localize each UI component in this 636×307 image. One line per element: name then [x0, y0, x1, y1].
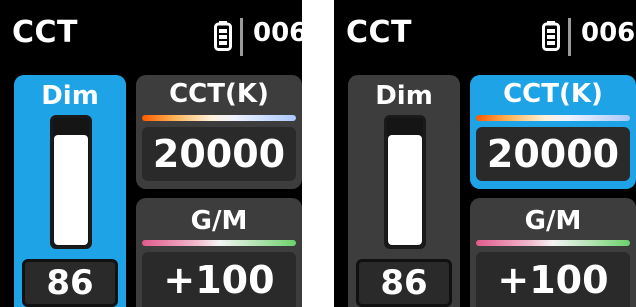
channel-number: 006 — [253, 18, 302, 48]
gm-label: G/M — [190, 206, 248, 236]
cct-label: CCT(K) — [169, 79, 269, 109]
cct-value: 20000 — [476, 127, 630, 181]
gm-panel[interactable]: G/M +100 — [136, 198, 302, 307]
device-screen-2: CCT 006 Dim 86 CCT(K) 20000 G/M +100 — [334, 0, 636, 307]
gm-value: +100 — [142, 252, 296, 307]
mode-title: CCT — [12, 15, 78, 50]
cct-panel[interactable]: CCT(K) 20000 — [136, 75, 302, 189]
dim-slider-fill — [54, 134, 88, 245]
dim-slider[interactable] — [50, 115, 92, 249]
channel-number: 006 — [581, 18, 636, 48]
gm-label: G/M — [524, 206, 582, 236]
mode-title: CCT — [346, 15, 412, 50]
cct-value: 20000 — [142, 127, 296, 181]
cct-label: CCT(K) — [503, 79, 603, 109]
dim-label: Dim — [375, 81, 433, 111]
header-divider — [240, 18, 243, 56]
header-divider — [568, 18, 571, 56]
battery-icon — [542, 21, 560, 51]
gm-color-gradient — [476, 240, 630, 246]
dim-label: Dim — [41, 81, 99, 111]
dim-panel[interactable]: Dim 86 — [14, 75, 126, 307]
gm-panel[interactable]: G/M +100 — [470, 198, 636, 307]
cct-panel[interactable]: CCT(K) 20000 — [470, 75, 636, 189]
dim-slider-fill — [388, 134, 422, 245]
dim-value: 86 — [22, 259, 118, 307]
battery-icon — [214, 21, 232, 51]
dim-value: 86 — [356, 259, 452, 307]
dim-panel[interactable]: Dim 86 — [348, 75, 460, 307]
gm-value: +100 — [476, 252, 630, 307]
dim-slider[interactable] — [384, 115, 426, 249]
device-screen-1: CCT 006 Dim 86 CCT(K) 20000 G/M +100 — [0, 0, 302, 307]
cct-color-gradient — [142, 115, 296, 121]
cct-color-gradient — [476, 115, 630, 121]
gm-color-gradient — [142, 240, 296, 246]
